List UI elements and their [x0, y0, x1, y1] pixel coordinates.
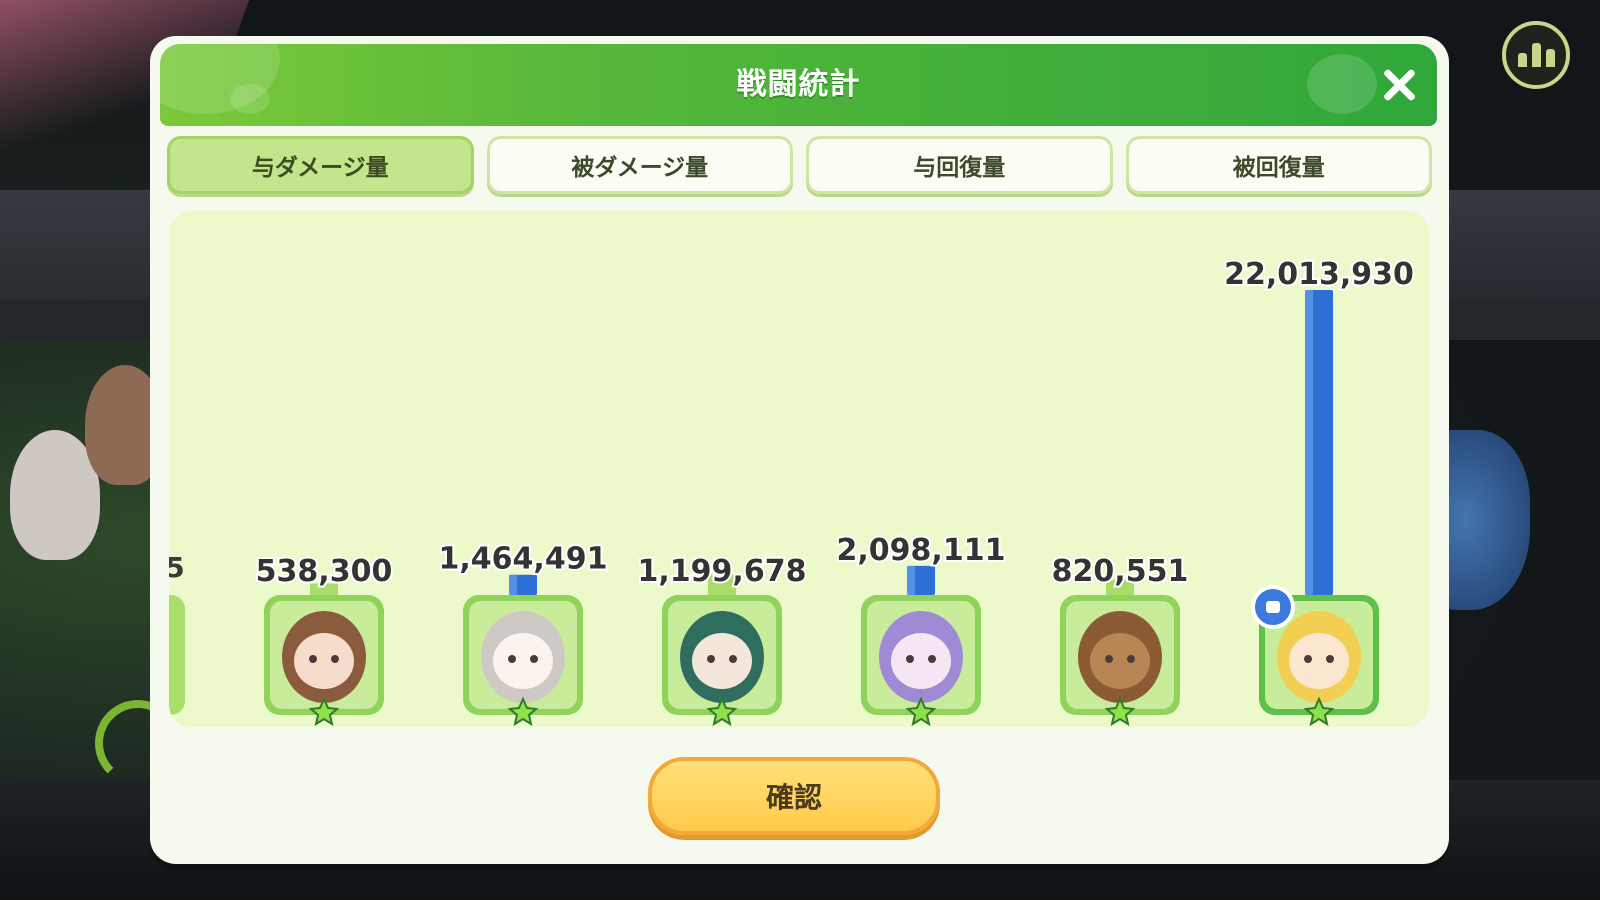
unit-portrait-eye — [508, 655, 516, 663]
close-icon[interactable] — [1379, 65, 1419, 105]
unit-portrait-eye — [1105, 655, 1113, 663]
unit-portrait-eye — [707, 655, 715, 663]
damage-bar-highlight — [1305, 290, 1313, 595]
battle-stats-dialog: 戦闘統計 与ダメージ量 被ダメージ量 与回復量 被回復量 5 538,300 1,4… — [150, 36, 1449, 864]
dialog-title: 戦闘統計 — [736, 67, 861, 102]
stats-tabs: 与ダメージ量 被ダメージ量 与回復量 被回復量 — [167, 136, 1432, 196]
thumbs-up-icon-hand — [1266, 601, 1280, 613]
tab-damage-dealt[interactable]: 与ダメージ量 — [167, 136, 474, 194]
unit-portrait-face — [294, 633, 354, 689]
damage-chart: 5 538,300 1,464,491 1,199,678 2,098,111 820,5… — [169, 211, 1429, 727]
unit-portrait-eye — [309, 655, 317, 663]
unit-portrait-eye — [729, 655, 737, 663]
unit-portrait-partial — [169, 595, 185, 715]
confirm-button[interactable]: 確認 — [648, 757, 940, 835]
bar-chart-icon-bar — [1545, 49, 1555, 67]
unit-portrait-face — [493, 633, 553, 689]
unit-portrait-eye — [1127, 655, 1135, 663]
bar-chart-icon-bar — [1531, 43, 1541, 67]
unit-portrait-eye — [530, 655, 538, 663]
unit-damage-label: 1,464,491 — [439, 542, 608, 577]
unit-portrait-eye — [928, 655, 936, 663]
unit-damage-label: 538,300 — [256, 554, 393, 589]
unit-damage-label-partial: 5 — [169, 551, 185, 584]
unit-portrait-eye — [906, 655, 914, 663]
unit-damage-label: 22,013,930 — [1224, 257, 1414, 292]
bar-chart-icon[interactable] — [1502, 21, 1570, 89]
unit-portrait-face — [1090, 633, 1150, 689]
unit-portrait-eye — [1304, 655, 1312, 663]
unit-portrait-face — [692, 633, 752, 689]
damage-bar-highlight — [509, 574, 517, 595]
unit-damage-label: 820,551 — [1052, 554, 1189, 589]
tab-healing-dealt[interactable]: 与回復量 — [806, 136, 1113, 194]
unit-portrait-eye — [331, 655, 339, 663]
tab-healing-received[interactable]: 被回復量 — [1125, 136, 1432, 194]
dialog-header: 戦闘統計 — [160, 44, 1437, 126]
unit-damage-label: 1,199,678 — [638, 554, 807, 589]
damage-chart-svg: 5 538,300 1,464,491 1,199,678 2,098,111 820,5… — [169, 255, 1416, 727]
tab-damage-taken[interactable]: 被ダメージ量 — [486, 136, 793, 194]
unit-portrait-face — [1289, 633, 1349, 689]
unit-damage-label: 2,098,111 — [837, 533, 1006, 568]
unit-portrait-eye — [1326, 655, 1334, 663]
unit-portrait-face — [891, 633, 951, 689]
bar-chart-icon-bar — [1517, 53, 1527, 67]
damage-bar-highlight — [907, 565, 915, 595]
